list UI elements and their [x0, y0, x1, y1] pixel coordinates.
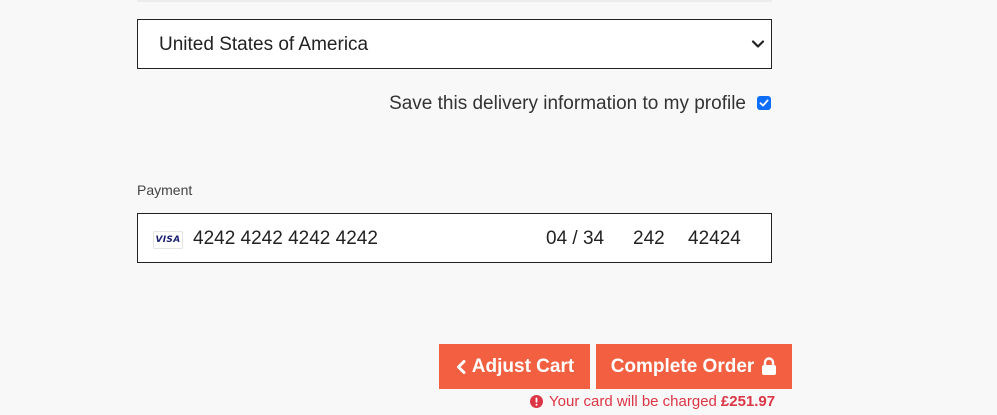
form-top-divider: [137, 0, 772, 2]
charge-notice: Your card will be charged £251.97: [530, 393, 775, 410]
adjust-cart-button[interactable]: Adjust Cart: [439, 344, 590, 389]
chevron-down-icon: [751, 37, 765, 51]
card-zip-field[interactable]: 42424: [688, 228, 741, 250]
card-number-field[interactable]: 4242 4242 4242 4242: [193, 228, 378, 250]
lock-icon: [761, 357, 777, 376]
visa-card-icon: VISA: [153, 231, 183, 249]
exclamation-circle-icon: [530, 395, 543, 408]
charge-amount: £251.97: [720, 393, 776, 410]
chevron-left-icon: [455, 359, 467, 375]
country-select[interactable]: United States of America: [137, 19, 772, 69]
save-delivery-label[interactable]: Save this delivery information to my pro…: [389, 93, 746, 115]
card-input[interactable]: VISA 4242 4242 4242 4242 04 / 34 242 424…: [137, 213, 772, 263]
payment-label: Payment: [137, 182, 193, 198]
save-delivery-row: Save this delivery information to my pro…: [137, 90, 772, 118]
charge-notice-text: Your card will be charged: [549, 393, 717, 410]
adjust-cart-label: Adjust Cart: [471, 355, 575, 377]
checkmark-icon: [759, 99, 769, 107]
card-expiry-field[interactable]: 04 / 34: [546, 228, 604, 250]
country-select-value: United States of America: [159, 34, 369, 55]
complete-order-button[interactable]: Complete Order: [596, 344, 792, 389]
save-delivery-checkbox[interactable]: [757, 96, 771, 110]
complete-order-label: Complete Order: [610, 355, 755, 377]
card-cvc-field[interactable]: 242: [633, 228, 665, 250]
